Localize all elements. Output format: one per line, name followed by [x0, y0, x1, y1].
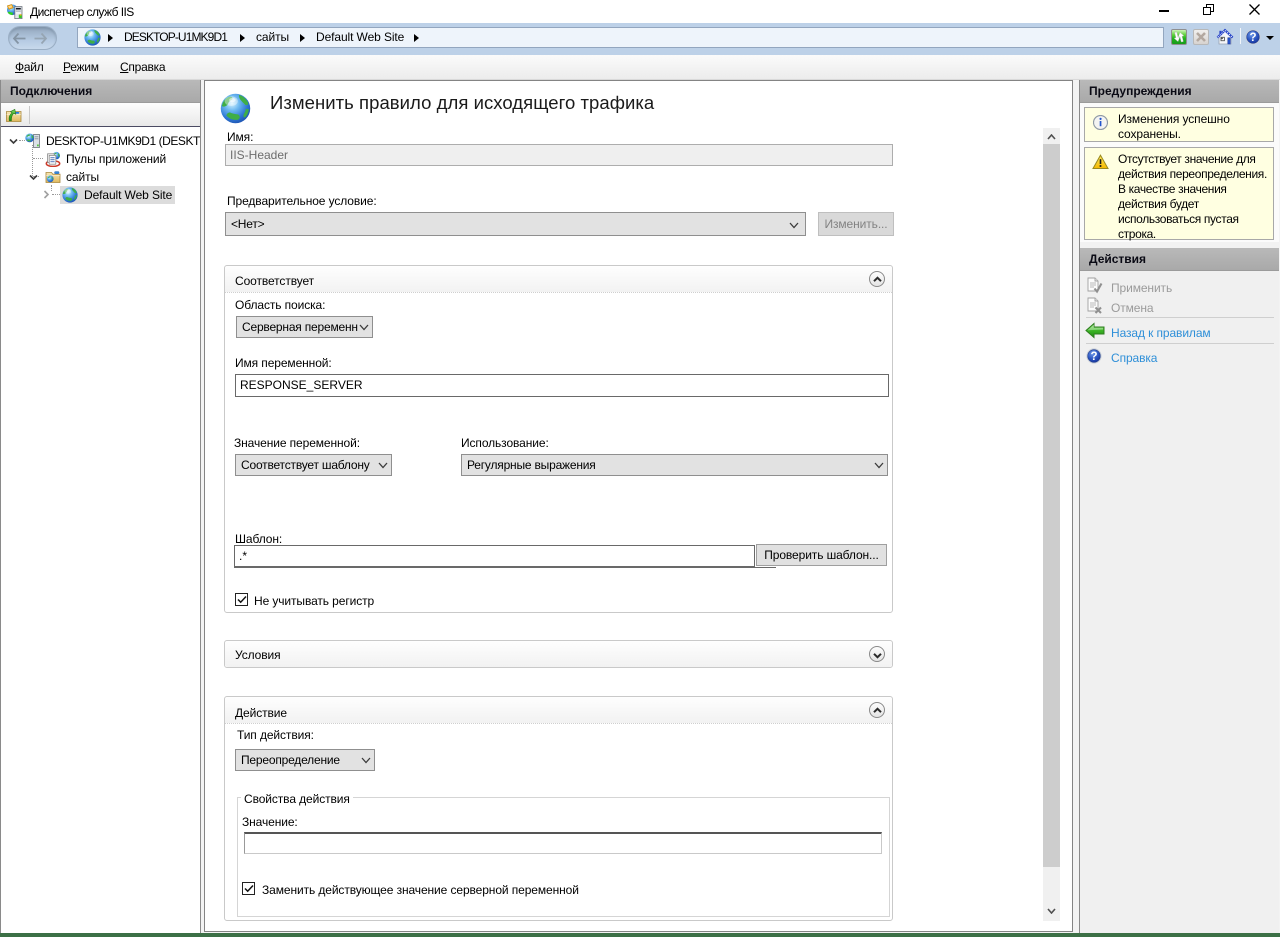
svg-text:?: ? [1090, 351, 1097, 363]
svg-text:?: ? [1249, 32, 1256, 44]
